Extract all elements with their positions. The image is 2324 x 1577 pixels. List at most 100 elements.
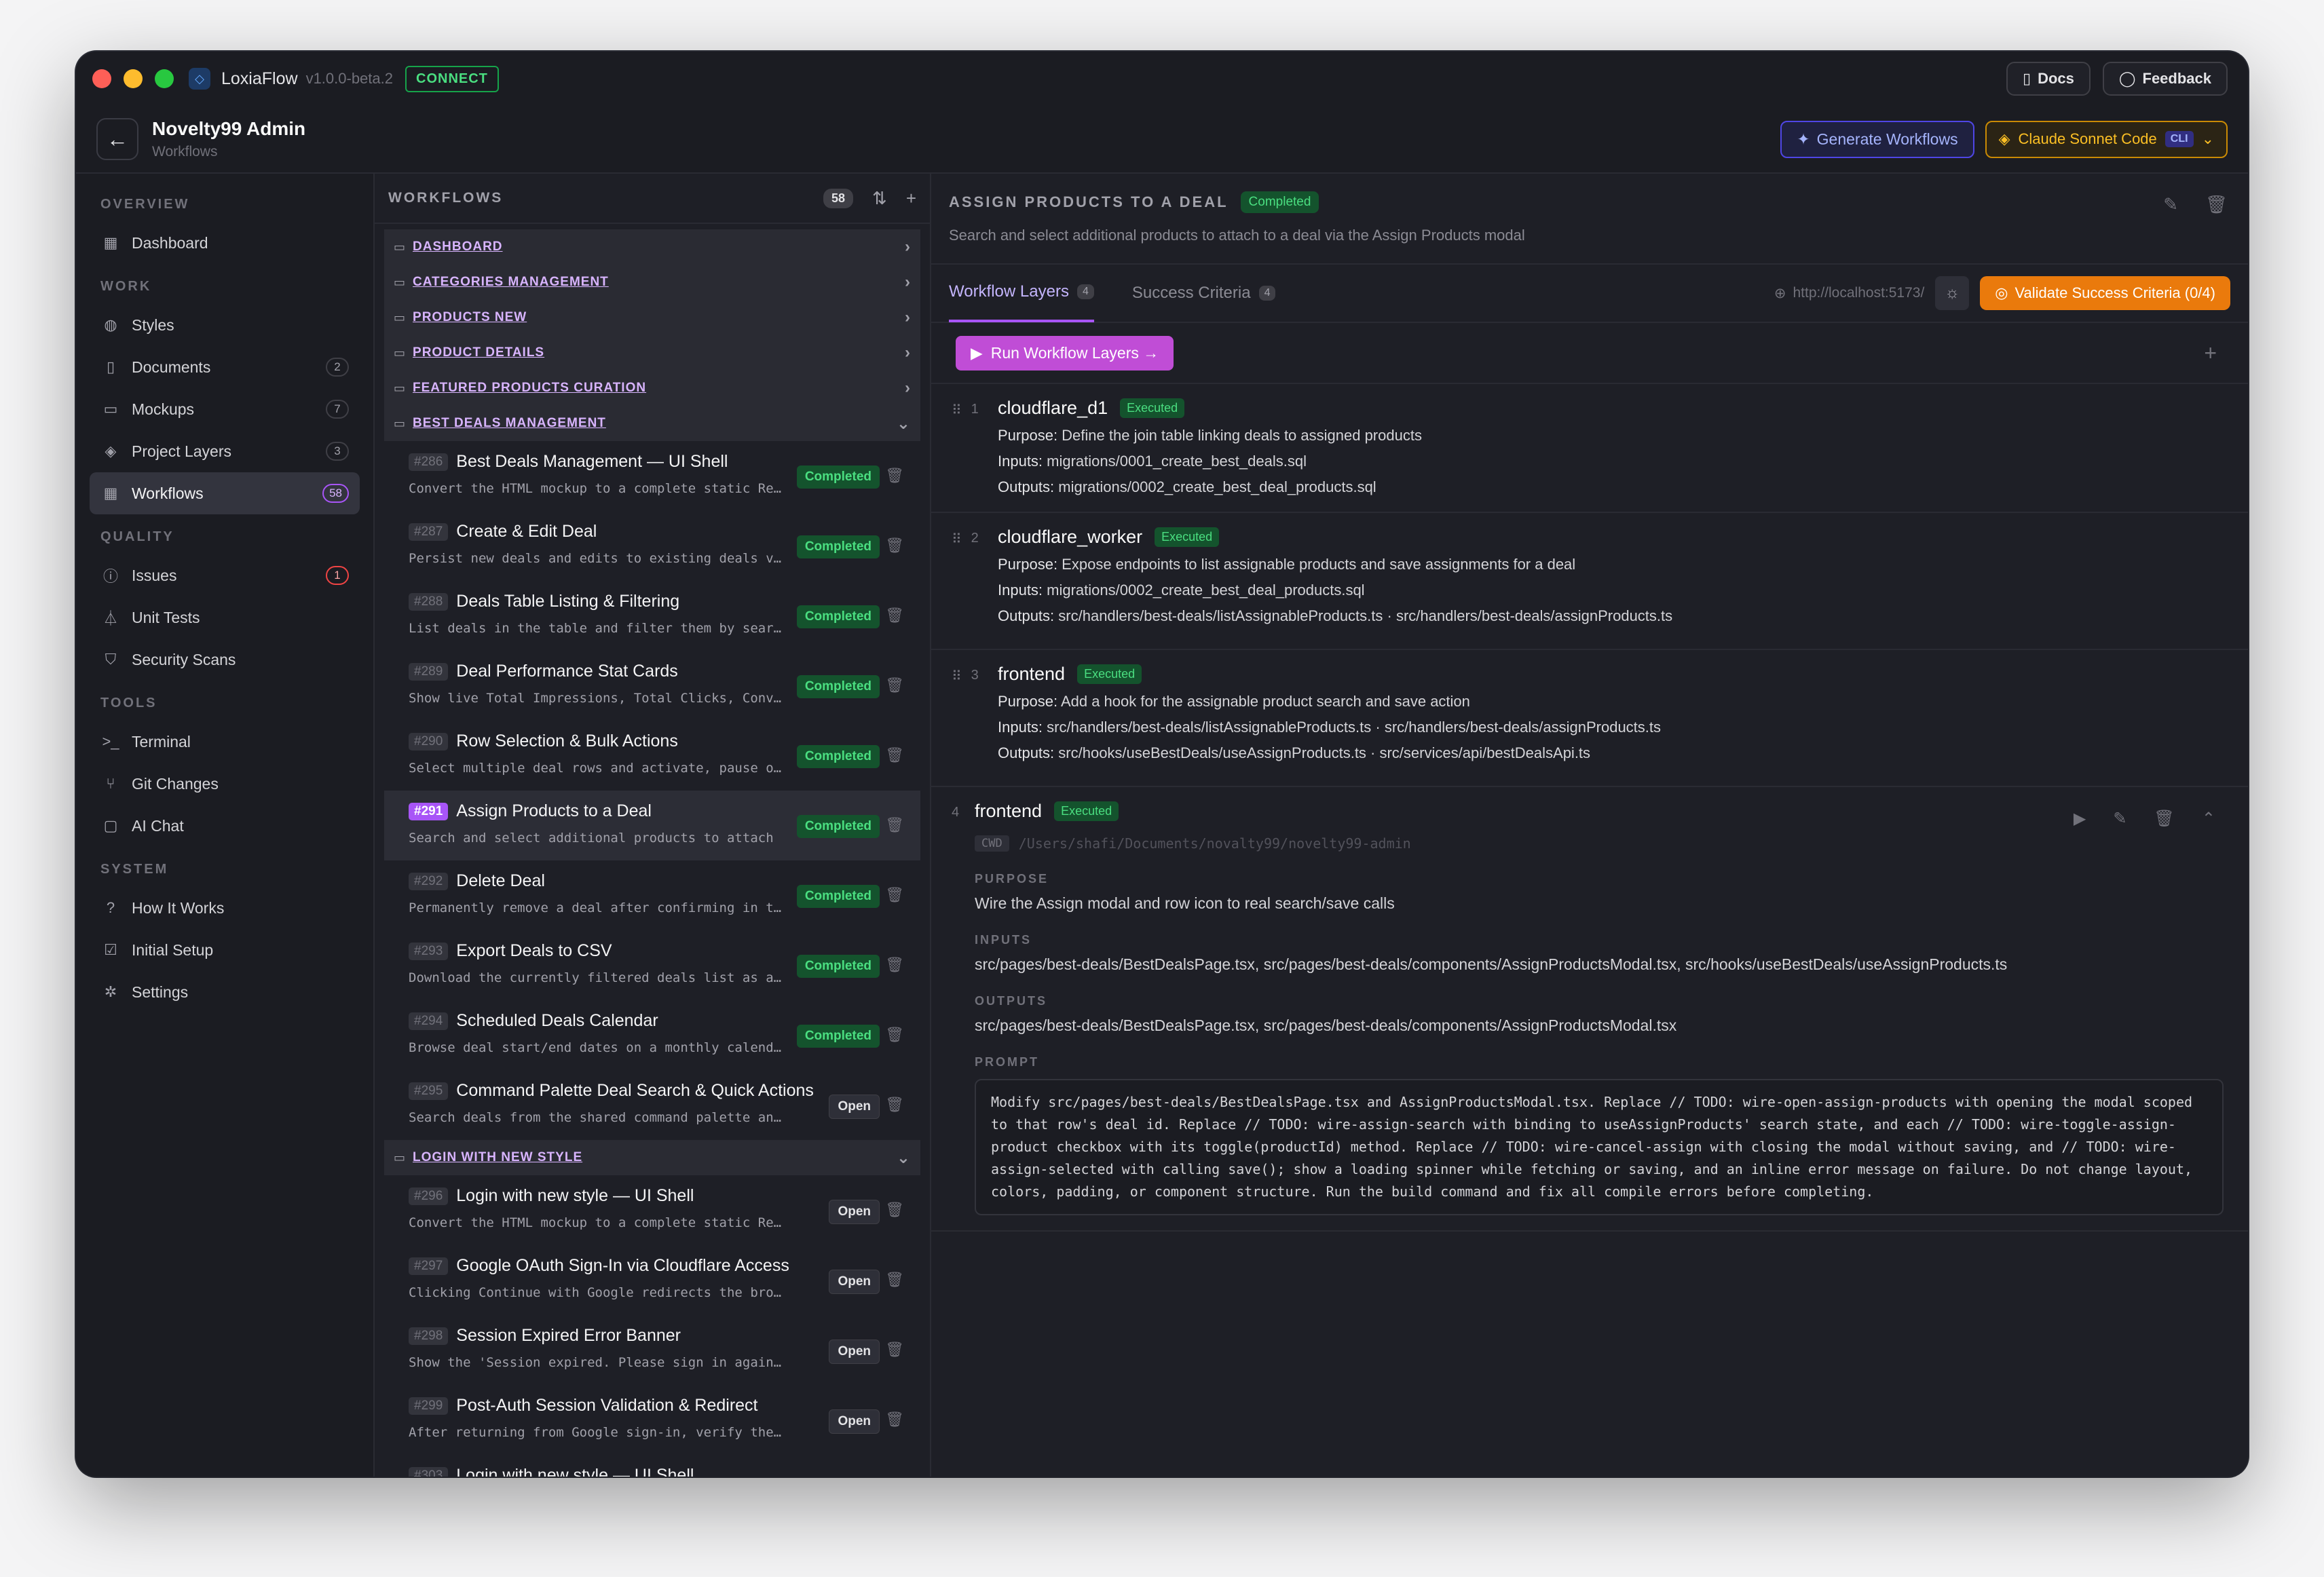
tab-success-criteria[interactable]: Success Criteria 4 (1132, 264, 1276, 322)
workflow-group[interactable]: ▭ PRODUCTS NEW › (384, 300, 920, 335)
sidebar-item-documents[interactable]: ▯ Documents 2 (90, 346, 360, 388)
trash-icon[interactable]: 🗑 (885, 1096, 904, 1114)
back-button[interactable]: ← (96, 118, 138, 160)
connect-button[interactable]: CONNECT (405, 65, 499, 92)
sidebar-item-workflows[interactable]: ▦ Workflows 58 (90, 472, 360, 514)
workflow-item[interactable]: #286 Best Deals Management — UI Shell Conv… (384, 441, 920, 511)
sidebar-item-unit-tests[interactable]: ⏃ Unit Tests (90, 596, 360, 639)
workflow-group[interactable]: ▭ FEATURED PRODUCTS CURATION › (384, 370, 920, 406)
workflow-number: #294 (409, 1012, 449, 1030)
trash-icon[interactable]: 🗑 (885, 677, 904, 694)
generate-workflows-button[interactable]: ✦ Generate Workflows (1780, 120, 1974, 158)
workflow-group[interactable]: ▭ PRODUCT DETAILS › (384, 335, 920, 370)
workflow-item[interactable]: #298 Session Expired Error Banner Show the… (384, 1315, 920, 1385)
workflow-group[interactable]: ▭ CATEGORIES MANAGEMENT › (384, 265, 920, 300)
drag-handle-icon[interactable]: ⠿ (952, 402, 962, 419)
trash-icon[interactable]: 🗑 (2205, 194, 2228, 215)
workflow-group[interactable]: ▭ DASHBOARD › (384, 229, 920, 265)
workflow-item[interactable]: #289 Deal Performance Stat Cards Show live… (384, 651, 920, 721)
workflow-item[interactable]: #293 Export Deals to CSV Download the curr… (384, 930, 920, 1000)
trash-icon[interactable]: 🗑 (885, 1026, 904, 1044)
sidebar-item-label: Terminal (132, 732, 191, 750)
drag-handle-icon[interactable]: ⠿ (952, 531, 962, 548)
play-icon[interactable]: ▶ (2074, 809, 2086, 829)
workflow-group[interactable]: ▭ LOGIN WITH NEW STYLE ⌄ (384, 1140, 920, 1175)
trash-icon[interactable]: 🗑 (885, 1411, 904, 1428)
layer-index: 4 (952, 805, 960, 820)
workflow-item[interactable]: #303Login with new style — UI ShellOpen🗑 (384, 1455, 920, 1477)
sidebar-item-mockups[interactable]: ▭ Mockups 7 (90, 388, 360, 430)
drag-handle-icon[interactable]: ⠿ (952, 668, 962, 685)
sidebar-item-git-changes[interactable]: ⑂ Git Changes (90, 763, 360, 805)
workflow-item[interactable]: #294 Scheduled Deals Calendar Browse deal … (384, 1000, 920, 1070)
trash-icon[interactable]: 🗑 (885, 956, 904, 974)
edit-icon[interactable]: ✎ (2163, 194, 2178, 215)
workflow-title: Login with new style — UI Shell (456, 1466, 694, 1477)
theme-toggle-button[interactable]: ☼ (1935, 276, 1970, 310)
sidebar-item-styles[interactable]: ◍ Styles (90, 304, 360, 346)
sidebar-item-initial-setup[interactable]: ☑ Initial Setup (90, 929, 360, 971)
chevron-up-icon[interactable]: ⌃ (2202, 809, 2215, 829)
trash-icon[interactable]: 🗑 (885, 537, 904, 554)
prompt-textbox[interactable]: Modify src/pages/best-deals/BestDealsPag… (975, 1079, 2224, 1215)
sidebar-item-project-layers[interactable]: ◈ Project Layers 3 (90, 430, 360, 472)
sidebar-item-issues[interactable]: ⓘ Issues 1 (90, 554, 360, 596)
layer-header: frontend Executed (998, 664, 2248, 685)
sidebar-item-ai-chat[interactable]: ▢ AI Chat (90, 805, 360, 847)
sort-icon[interactable]: ⇅ (872, 188, 887, 209)
sidebar-item-security-scans[interactable]: ⛉ Security Scans (90, 639, 360, 681)
close-window-button[interactable] (92, 69, 111, 88)
trash-icon[interactable]: 🗑 (885, 816, 904, 834)
workflow-item[interactable]: #288 Deals Table Listing & Filtering List … (384, 581, 920, 651)
sidebar-item-terminal[interactable]: >_ Terminal (90, 721, 360, 763)
model-selector[interactable]: ◈ Claude Sonnet Code CLI ⌄ (1985, 120, 2228, 158)
layer-outputs-line: Outputs: migrations/0002_create_best_dea… (998, 478, 2248, 496)
purpose-value: Wire the Assign modal and row icon to re… (975, 894, 1395, 912)
workflow-item[interactable]: #292 Delete Deal Permanently remove a deal… (384, 860, 920, 930)
docs-button[interactable]: ▯ Docs (2006, 62, 2091, 96)
workflow-item[interactable]: #290 Row Selection & Bulk Actions Select m… (384, 721, 920, 791)
app-logo-icon: ◇ (189, 68, 210, 90)
feedback-button[interactable]: ◯ Feedback (2102, 62, 2228, 96)
layer-outputs-line: Outputs: src/hooks/useBestDeals/useAssig… (998, 744, 2248, 762)
trash-icon[interactable]: 🗑 (885, 607, 904, 624)
layer-card-expanded: 4 frontend Executed ▶ ✎ 🗑 ⌃ CWD /Users/s… (931, 787, 2248, 1232)
minimize-window-button[interactable] (124, 69, 143, 88)
edit-icon[interactable]: ✎ (2113, 809, 2126, 829)
trash-icon[interactable]: 🗑 (885, 746, 904, 764)
workflow-title: Deals Table Listing & Filtering (456, 592, 680, 611)
workflow-group[interactable]: ▭ BEST DEALS MANAGEMENT ⌄ (384, 406, 920, 441)
sidebar-item-settings[interactable]: ✲ Settings (90, 971, 360, 1013)
add-workflow-icon[interactable]: + (906, 188, 916, 209)
validate-success-criteria-button[interactable]: ◎ Validate Success Criteria (0/4) (1980, 276, 2230, 310)
trash-icon[interactable]: 🗑 (885, 886, 904, 904)
layer-name: cloudflare_worker (998, 527, 1143, 547)
window-controls (92, 69, 174, 88)
layer-inputs: migrations/0001_create_best_deals.sql (1047, 453, 1307, 470)
chevron-down-icon: ⌄ (896, 1148, 911, 1167)
trash-icon[interactable]: 🗑 (885, 1271, 904, 1289)
tab-workflow-layers[interactable]: Workflow Layers 4 (949, 264, 1094, 322)
workflow-item[interactable]: #287 Create & Edit Deal Persist new deals … (384, 511, 920, 581)
layer-status-badge: Executed (1054, 801, 1119, 821)
layer-field-label: Inputs: (998, 719, 1047, 736)
workflow-description: Convert the HTML mockup to a complete st… (409, 481, 785, 496)
workflow-item[interactable]: #296 Login with new style — UI Shell Conve… (384, 1175, 920, 1245)
trash-icon[interactable]: 🗑 (885, 1341, 904, 1358)
run-workflow-layers-button[interactable]: ▶ Run Workflow Layers → (956, 335, 1174, 370)
trash-icon[interactable]: 🗑 (885, 1201, 904, 1219)
add-layer-icon[interactable]: + (2204, 341, 2217, 366)
preview-url[interactable]: ⊕ http://localhost:5173/ (1774, 285, 1924, 302)
trash-icon[interactable]: 🗑 (885, 467, 904, 484)
workflow-item[interactable]: #297 Google OAuth Sign-In via Cloudflare … (384, 1245, 920, 1315)
sidebar-item-dashboard[interactable]: ▦ Dashboard (90, 222, 360, 264)
sidebar-item-how-it-works[interactable]: ? How It Works (90, 887, 360, 929)
trash-icon[interactable]: 🗑 (2154, 809, 2174, 829)
workflow-item[interactable]: #299 Post-Auth Session Validation & Redir… (384, 1385, 920, 1455)
workflow-item[interactable]: #291 Assign Products to a Deal Search and … (384, 791, 920, 860)
sidebar-item-label: Issues (132, 566, 177, 584)
maximize-window-button[interactable] (155, 69, 174, 88)
workflow-item[interactable]: #295 Command Palette Deal Search & Quick … (384, 1070, 920, 1140)
workflow-title: Assign Products to a Deal (456, 801, 652, 820)
layer-purpose: Expose endpoints to list assignable prod… (1062, 556, 1576, 573)
